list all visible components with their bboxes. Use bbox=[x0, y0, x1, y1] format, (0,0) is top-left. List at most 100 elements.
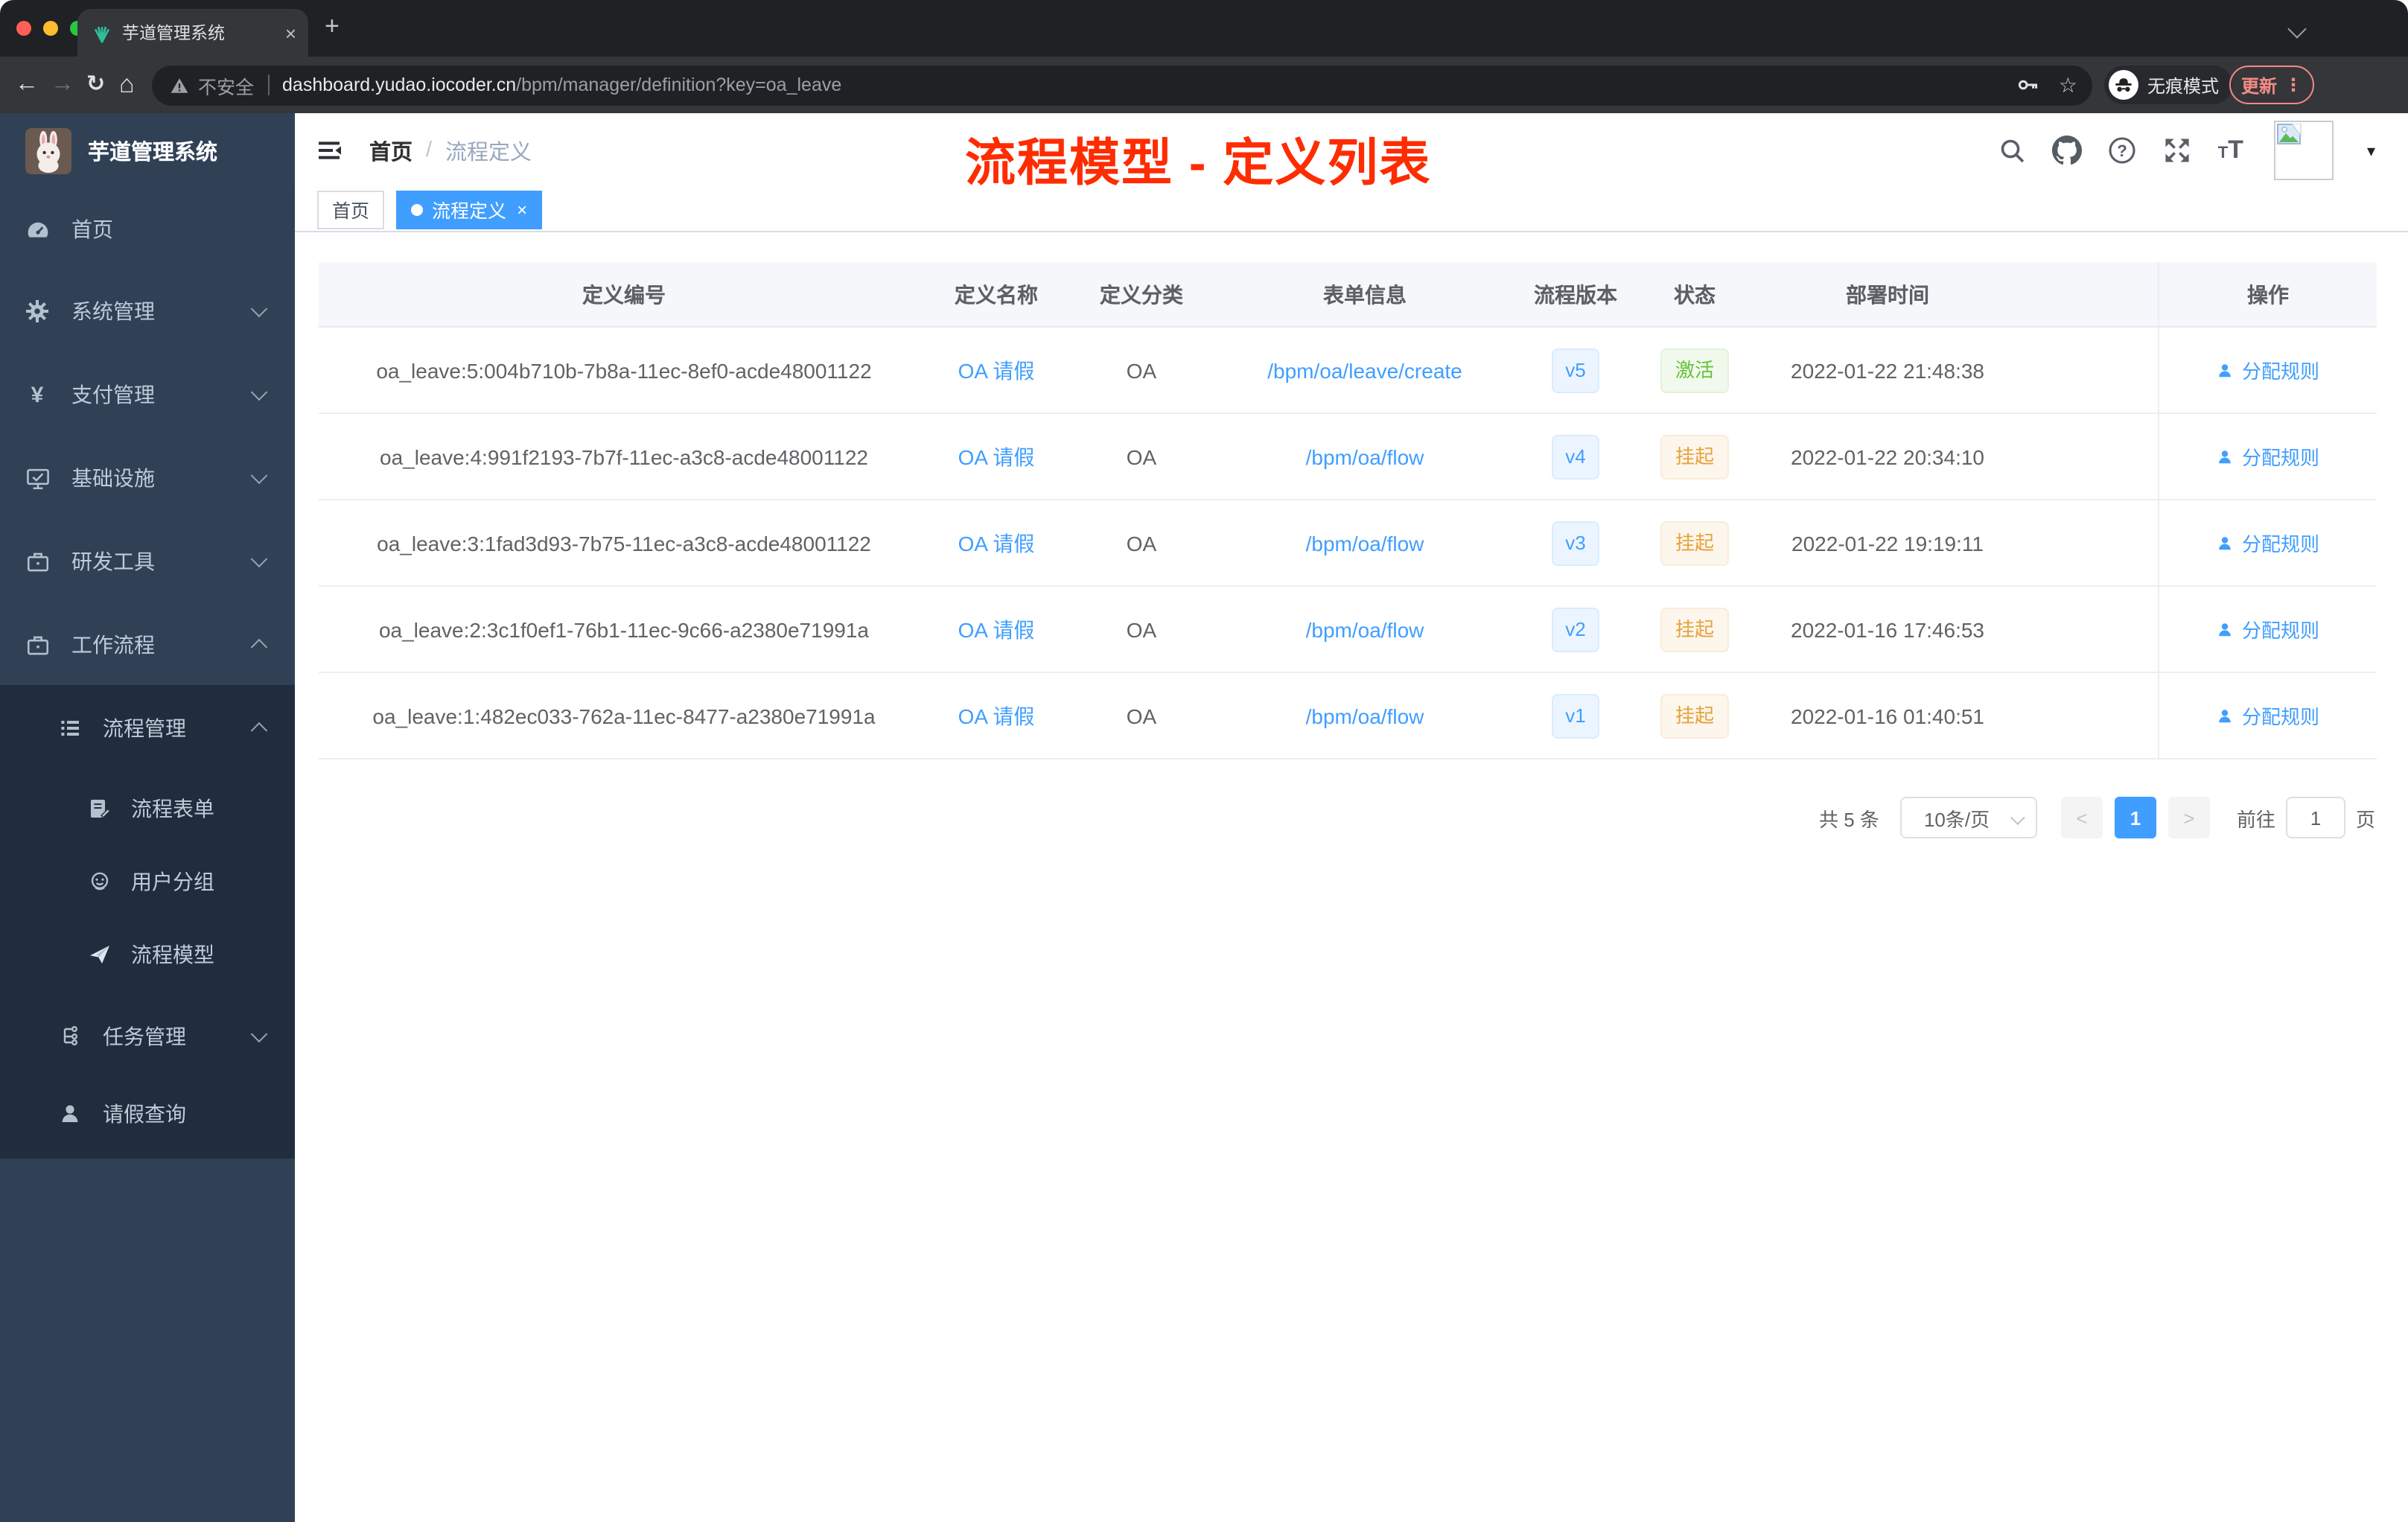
total-count: 共 5 条 bbox=[1819, 808, 1879, 830]
sidebar-item-process-management[interactable]: 流程管理 bbox=[0, 688, 295, 768]
new-tab-button[interactable]: + bbox=[325, 12, 340, 42]
cell-filler bbox=[2027, 328, 2158, 413]
app-title: 芋道管理系统 bbox=[88, 141, 217, 165]
definition-name-link[interactable]: OA 请假 bbox=[958, 614, 1035, 644]
form-link[interactable]: /bpm/oa/flow bbox=[1306, 445, 1424, 468]
version-tag: v1 bbox=[1552, 693, 1599, 738]
assign-rule-button[interactable]: 分配规则 bbox=[2217, 356, 2319, 384]
svg-text:?: ? bbox=[2118, 141, 2128, 160]
cell-deploy-time: 2022-01-22 19:19:11 bbox=[1791, 531, 1984, 555]
sidebar-item-workflow[interactable]: 工作流程 bbox=[0, 605, 295, 685]
sidebar-item-dev-tools[interactable]: 研发工具 bbox=[0, 521, 295, 602]
sidebar-item-home[interactable]: 首页 bbox=[0, 189, 295, 270]
app-logo[interactable]: 芋道管理系统 bbox=[0, 113, 295, 188]
forward-button[interactable]: → bbox=[51, 57, 74, 113]
status-badge: 挂起 bbox=[1660, 520, 1729, 565]
browser-update-button[interactable]: 更新 ⋮ bbox=[2229, 66, 2315, 104]
sidebar-item-process-model[interactable]: 流程模型 bbox=[0, 914, 295, 995]
font-size-icon[interactable]: TT bbox=[2218, 136, 2243, 165]
help-icon[interactable]: ? bbox=[2108, 136, 2138, 165]
form-link[interactable]: /bpm/oa/leave/create bbox=[1267, 358, 1462, 382]
cell-filler bbox=[2027, 414, 2158, 499]
status-badge: 激活 bbox=[1660, 348, 1729, 392]
chevron-up-icon bbox=[250, 638, 268, 656]
assign-rule-button[interactable]: 分配规则 bbox=[2217, 529, 2319, 557]
form-link[interactable]: /bpm/oa/flow bbox=[1306, 531, 1424, 555]
definition-name-link[interactable]: OA 请假 bbox=[958, 701, 1035, 730]
gear-icon bbox=[24, 298, 51, 325]
prev-page-button[interactable]: < bbox=[2060, 797, 2103, 838]
tab-close-icon[interactable]: × bbox=[285, 23, 296, 42]
person-icon bbox=[57, 1101, 83, 1127]
reload-button[interactable]: ↻ bbox=[86, 57, 105, 113]
definition-name-link[interactable]: OA 请假 bbox=[958, 442, 1035, 471]
header-actions: ? TT ▾ bbox=[1999, 113, 2375, 188]
browser-chrome: 芋道管理系统 × + ← → ↻ ⌂ 不安全 dashboard.yudao.i… bbox=[0, 0, 2408, 113]
main-content: 定义编号 定义名称 定义分类 表单信息 流程版本 状态 部署时间 操作 oa_l… bbox=[295, 232, 2408, 1522]
tab-list-chevron-icon[interactable] bbox=[2287, 19, 2307, 39]
search-icon[interactable] bbox=[1999, 136, 2028, 165]
definition-name-link[interactable]: OA 请假 bbox=[958, 355, 1035, 385]
assign-rule-button[interactable]: 分配规则 bbox=[2217, 615, 2319, 643]
address-bar[interactable]: 不安全 dashboard.yudao.iocoder.cn/bpm/manag… bbox=[152, 65, 2092, 105]
briefcase-icon bbox=[24, 631, 51, 658]
sidebar-item-process-form[interactable]: 流程表单 bbox=[0, 768, 295, 849]
table-row: oa_leave:1:482ec033-762a-11ec-8477-a2380… bbox=[319, 673, 2377, 760]
avatar[interactable] bbox=[2274, 121, 2334, 180]
user-icon bbox=[2220, 363, 2232, 377]
assign-rule-button[interactable]: 分配规则 bbox=[2217, 701, 2319, 730]
cell-category: OA bbox=[1126, 358, 1157, 382]
browser-menu-icon[interactable]: ⋮ bbox=[2284, 74, 2302, 95]
sidebar-collapse-button[interactable] bbox=[316, 137, 343, 171]
briefcase-icon bbox=[24, 548, 51, 575]
chevron-up-icon bbox=[250, 722, 268, 739]
sidebar-item-payment[interactable]: ¥ 支付管理 bbox=[0, 354, 295, 435]
col-filler bbox=[2027, 262, 2158, 326]
incognito-icon bbox=[2109, 70, 2138, 100]
breadcrumb-home[interactable]: 首页 bbox=[369, 135, 413, 166]
assign-rule-button[interactable]: 分配规则 bbox=[2217, 442, 2319, 471]
goto-page-input[interactable] bbox=[2285, 797, 2345, 838]
next-page-button[interactable]: > bbox=[2167, 797, 2210, 838]
tag-process-definition[interactable]: 流程定义 × bbox=[396, 190, 543, 229]
table-header-row: 定义编号 定义名称 定义分类 表单信息 流程版本 状态 部署时间 操作 bbox=[319, 262, 2377, 328]
sidebar-item-system[interactable]: 系统管理 bbox=[0, 271, 295, 351]
browser-tab[interactable]: 芋道管理系统 × bbox=[77, 9, 308, 57]
back-button[interactable]: ← bbox=[15, 57, 39, 113]
browser-tab-title: 芋道管理系统 bbox=[122, 25, 225, 43]
cell-category: OA bbox=[1126, 617, 1157, 641]
avatar-caret-icon[interactable]: ▾ bbox=[2367, 141, 2375, 160]
sidebar-item-task-management[interactable]: 任务管理 bbox=[0, 996, 295, 1077]
window-minimize-button[interactable] bbox=[43, 21, 58, 36]
form-link[interactable]: /bpm/oa/flow bbox=[1306, 704, 1424, 727]
dashboard-icon bbox=[24, 216, 51, 243]
sidebar-item-leave-query[interactable]: 请假查询 bbox=[0, 1074, 295, 1154]
version-tag: v5 bbox=[1552, 348, 1599, 392]
password-key-icon[interactable] bbox=[2017, 73, 2041, 97]
browser-tab-strip: 芋道管理系统 × + bbox=[0, 0, 2408, 57]
definition-name-link[interactable]: OA 请假 bbox=[958, 528, 1035, 558]
paper-plane-icon bbox=[86, 941, 113, 968]
window-close-button[interactable] bbox=[16, 21, 31, 36]
cell-deploy-time: 2022-01-16 01:40:51 bbox=[1791, 704, 1984, 727]
definition-table: 定义编号 定义名称 定义分类 表单信息 流程版本 状态 部署时间 操作 oa_l… bbox=[319, 262, 2377, 760]
tag-home[interactable]: 首页 bbox=[317, 190, 385, 229]
bookmark-star-icon[interactable]: ☆ bbox=[2059, 72, 2077, 98]
home-button[interactable]: ⌂ bbox=[119, 57, 135, 113]
form-link[interactable]: /bpm/oa/flow bbox=[1306, 617, 1424, 641]
site-favicon bbox=[95, 25, 109, 42]
github-icon[interactable] bbox=[2052, 136, 2083, 165]
user-icon bbox=[2220, 450, 2232, 463]
security-label: 不安全 bbox=[198, 77, 255, 98]
url-text: dashboard.yudao.iocoder.cn/bpm/manager/d… bbox=[282, 74, 842, 95]
sidebar-item-infrastructure[interactable]: 基础设施 bbox=[0, 438, 295, 518]
page-size-select[interactable]: 10条/页 bbox=[1899, 797, 2037, 838]
tag-close-icon[interactable]: × bbox=[517, 199, 527, 220]
fullscreen-icon[interactable] bbox=[2163, 136, 2193, 165]
col-status: 状态 bbox=[1674, 282, 1716, 306]
active-dot bbox=[411, 203, 424, 215]
cell-category: OA bbox=[1126, 704, 1157, 727]
current-page-button[interactable]: 1 bbox=[2114, 797, 2156, 838]
omnibox-divider bbox=[267, 74, 270, 95]
sidebar-item-user-group[interactable]: 用户分组 bbox=[0, 841, 295, 922]
